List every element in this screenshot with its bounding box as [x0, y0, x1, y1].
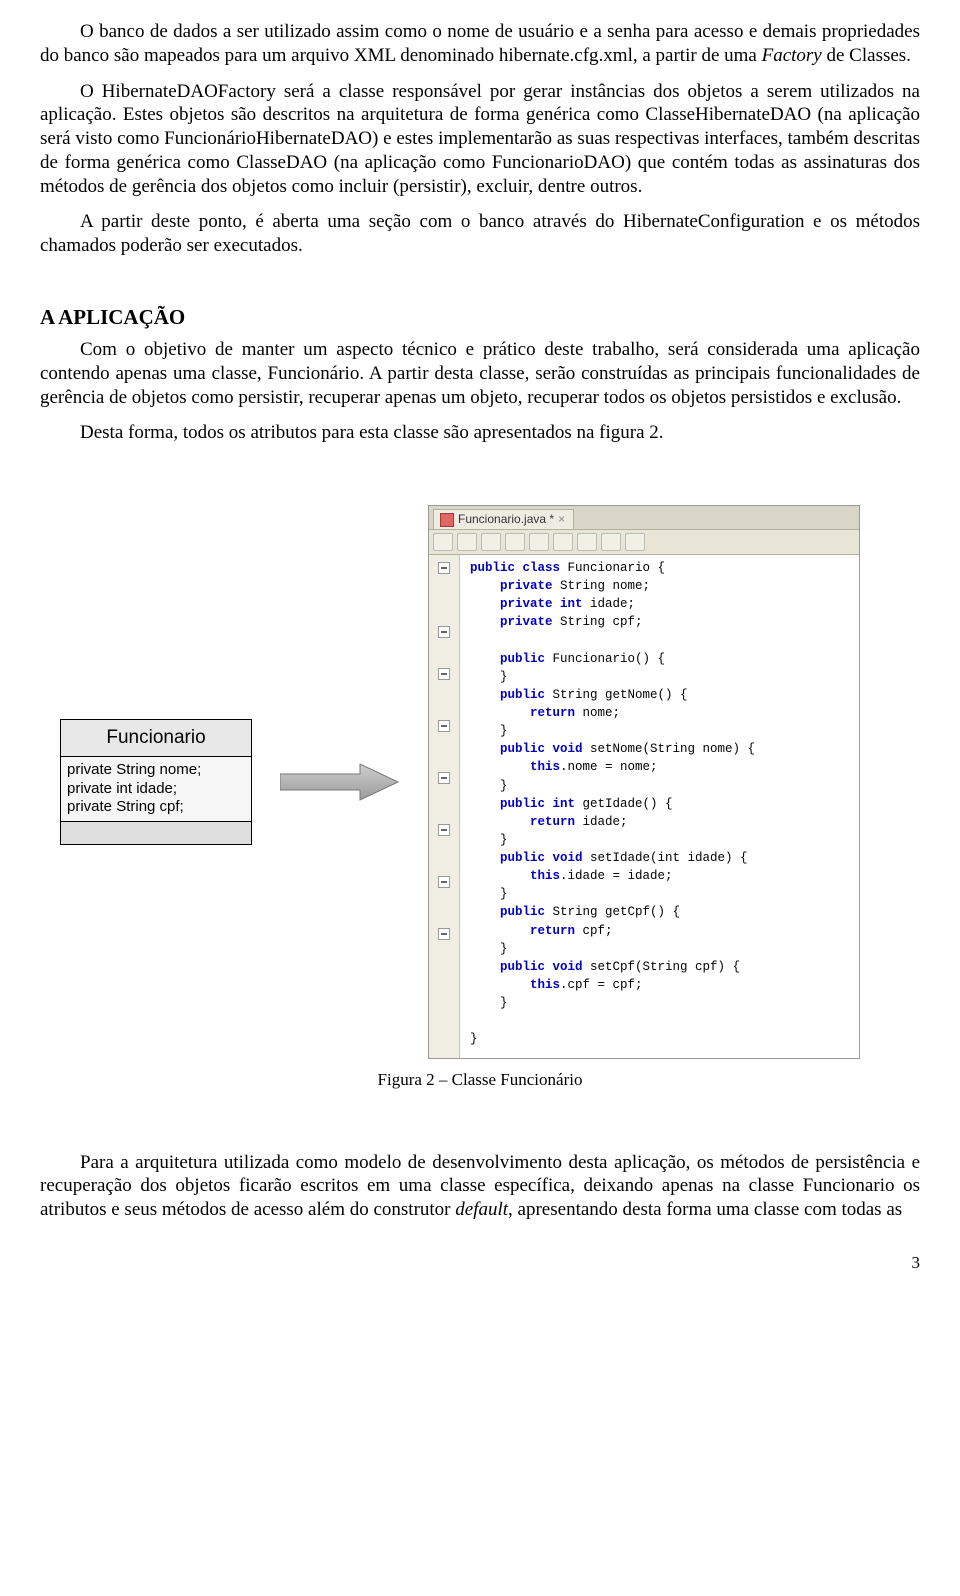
- toolbar-button[interactable]: [481, 533, 501, 551]
- paragraph-6-c: , apresentando desta forma uma classe co…: [508, 1199, 902, 1220]
- fold-icon[interactable]: [438, 720, 450, 732]
- paragraph-1-c: de Classes.: [822, 45, 911, 66]
- uml-attr-cpf: private String cpf;: [67, 798, 245, 817]
- fold-icon[interactable]: [438, 824, 450, 836]
- paragraph-2: O HibernateDAOFactory será a classe resp…: [40, 80, 920, 199]
- page-number: 3: [40, 1252, 920, 1273]
- paragraph-1-italic: Factory: [762, 45, 822, 66]
- paragraph-6-italic: default: [455, 1199, 508, 1220]
- code-area[interactable]: public class Funcionario { private Strin…: [460, 555, 761, 1058]
- paragraph-1: O banco de dados a ser utilizado assim c…: [40, 20, 920, 68]
- uml-attributes: private String nome; private int idade; …: [61, 757, 251, 822]
- uml-methods-empty: [61, 822, 251, 844]
- toolbar-button[interactable]: [529, 533, 549, 551]
- uml-class-title: Funcionario: [61, 720, 251, 757]
- toolbar-button[interactable]: [505, 533, 525, 551]
- figure-caption: Figura 2 – Classe Funcionário: [40, 1069, 920, 1090]
- paragraph-3: A partir deste ponto, é aberta uma seção…: [40, 210, 920, 258]
- section-heading: A APLICAÇÃO: [40, 304, 920, 330]
- toolbar-button[interactable]: [433, 533, 453, 551]
- java-file-icon: [440, 513, 454, 527]
- toolbar-button[interactable]: [601, 533, 621, 551]
- fold-icon[interactable]: [438, 928, 450, 940]
- ide-tab-label: Funcionario.java *: [458, 512, 554, 527]
- ide-gutter: [429, 555, 460, 1058]
- paragraph-4: Com o objetivo de manter um aspecto técn…: [40, 338, 920, 409]
- ide-editor-window: Funcionario.java * ×: [428, 505, 860, 1059]
- ide-toolbar: [429, 530, 859, 555]
- ide-body: public class Funcionario { private Strin…: [429, 555, 859, 1058]
- toolbar-button[interactable]: [625, 533, 645, 551]
- fold-icon[interactable]: [438, 876, 450, 888]
- uml-attr-nome: private String nome;: [67, 761, 245, 780]
- close-icon[interactable]: ×: [558, 512, 565, 527]
- toolbar-button[interactable]: [553, 533, 573, 551]
- fold-icon[interactable]: [438, 626, 450, 638]
- arrow-icon: [280, 760, 400, 804]
- toolbar-button[interactable]: [457, 533, 477, 551]
- ide-tabbar: Funcionario.java * ×: [429, 506, 859, 530]
- uml-attr-idade: private int idade;: [67, 780, 245, 799]
- paragraph-5: Desta forma, todos os atributos para est…: [40, 421, 920, 445]
- figure-2: Funcionario private String nome; private…: [60, 505, 920, 1059]
- paragraph-6: Para a arquitetura utilizada como modelo…: [40, 1151, 920, 1222]
- toolbar-button[interactable]: [577, 533, 597, 551]
- fold-icon[interactable]: [438, 668, 450, 680]
- uml-class-box: Funcionario private String nome; private…: [60, 719, 252, 845]
- fold-icon[interactable]: [438, 772, 450, 784]
- fold-icon[interactable]: [438, 562, 450, 574]
- ide-tab-funcionario[interactable]: Funcionario.java * ×: [433, 509, 574, 529]
